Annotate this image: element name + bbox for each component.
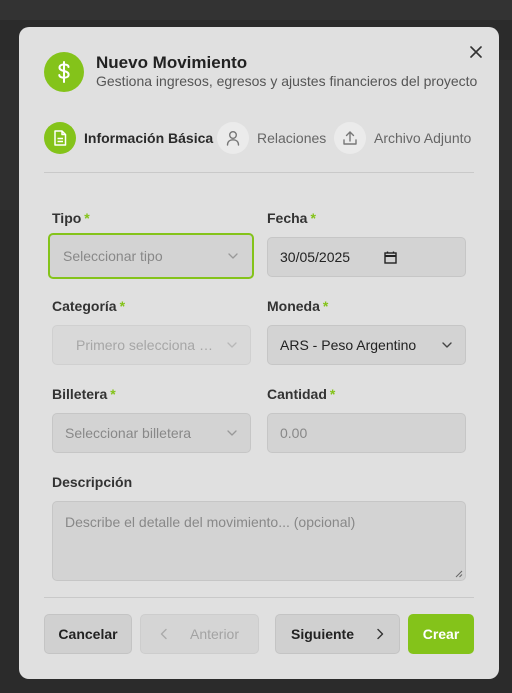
resize-handle-icon[interactable]	[455, 570, 463, 578]
fecha-label: Fecha *	[267, 210, 316, 226]
categoria-select: Primero selecciona un tipo	[52, 325, 251, 365]
moneda-label: Moneda *	[267, 298, 329, 314]
chevron-down-icon	[227, 252, 239, 260]
user-icon	[217, 122, 249, 154]
cantidad-input[interactable]: 0.00	[267, 413, 466, 453]
close-icon	[470, 46, 482, 58]
next-button[interactable]: Siguiente	[275, 614, 400, 654]
chevron-down-icon	[441, 341, 453, 349]
header-divider	[44, 172, 474, 173]
fecha-date-input[interactable]: 30/05/2025	[267, 237, 466, 277]
tipo-label: Tipo *	[52, 210, 90, 226]
descripcion-textarea[interactable]: Describe el detalle del movimiento... (o…	[52, 501, 466, 581]
document-icon	[44, 122, 76, 154]
step-label: Archivo Adjunto	[374, 130, 472, 146]
chevron-down-icon	[226, 341, 238, 349]
dollar-icon	[44, 52, 84, 92]
moneda-select[interactable]: ARS - Peso Argentino	[267, 325, 466, 365]
chevron-down-icon	[226, 429, 238, 437]
step-relaciones[interactable]: Relaciones	[217, 122, 326, 154]
tipo-select[interactable]: Seleccionar tipo	[48, 233, 254, 279]
backdrop-top	[0, 0, 512, 20]
descripcion-label: Descripción	[52, 474, 133, 490]
step-label: Información Básica	[84, 130, 214, 146]
cancel-button[interactable]: Cancelar	[44, 614, 132, 654]
create-button[interactable]: Crear	[408, 614, 474, 654]
chevron-right-icon	[377, 628, 384, 640]
close-button[interactable]	[465, 41, 487, 63]
upload-icon	[334, 122, 366, 154]
step-informacion-basica[interactable]: Información Básica	[44, 122, 213, 154]
calendar-icon[interactable]	[384, 251, 397, 264]
chevron-left-icon	[160, 628, 167, 640]
cantidad-label: Cantidad *	[267, 386, 336, 402]
categoria-label: Categoría *	[52, 298, 126, 314]
previous-button: Anterior	[140, 614, 259, 654]
step-archivo-adjunto[interactable]: Archivo Adjunto	[334, 122, 471, 154]
new-transaction-modal: Nuevo Movimiento Gestiona ingresos, egre…	[19, 27, 499, 679]
footer-divider	[44, 597, 474, 598]
step-label: Relaciones	[257, 130, 327, 146]
modal-subtitle: Gestiona ingresos, egresos y ajustes fin…	[96, 73, 478, 89]
billetera-select[interactable]: Seleccionar billetera	[52, 413, 251, 453]
modal-title: Nuevo Movimiento	[96, 53, 248, 72]
billetera-label: Billetera *	[52, 386, 116, 402]
